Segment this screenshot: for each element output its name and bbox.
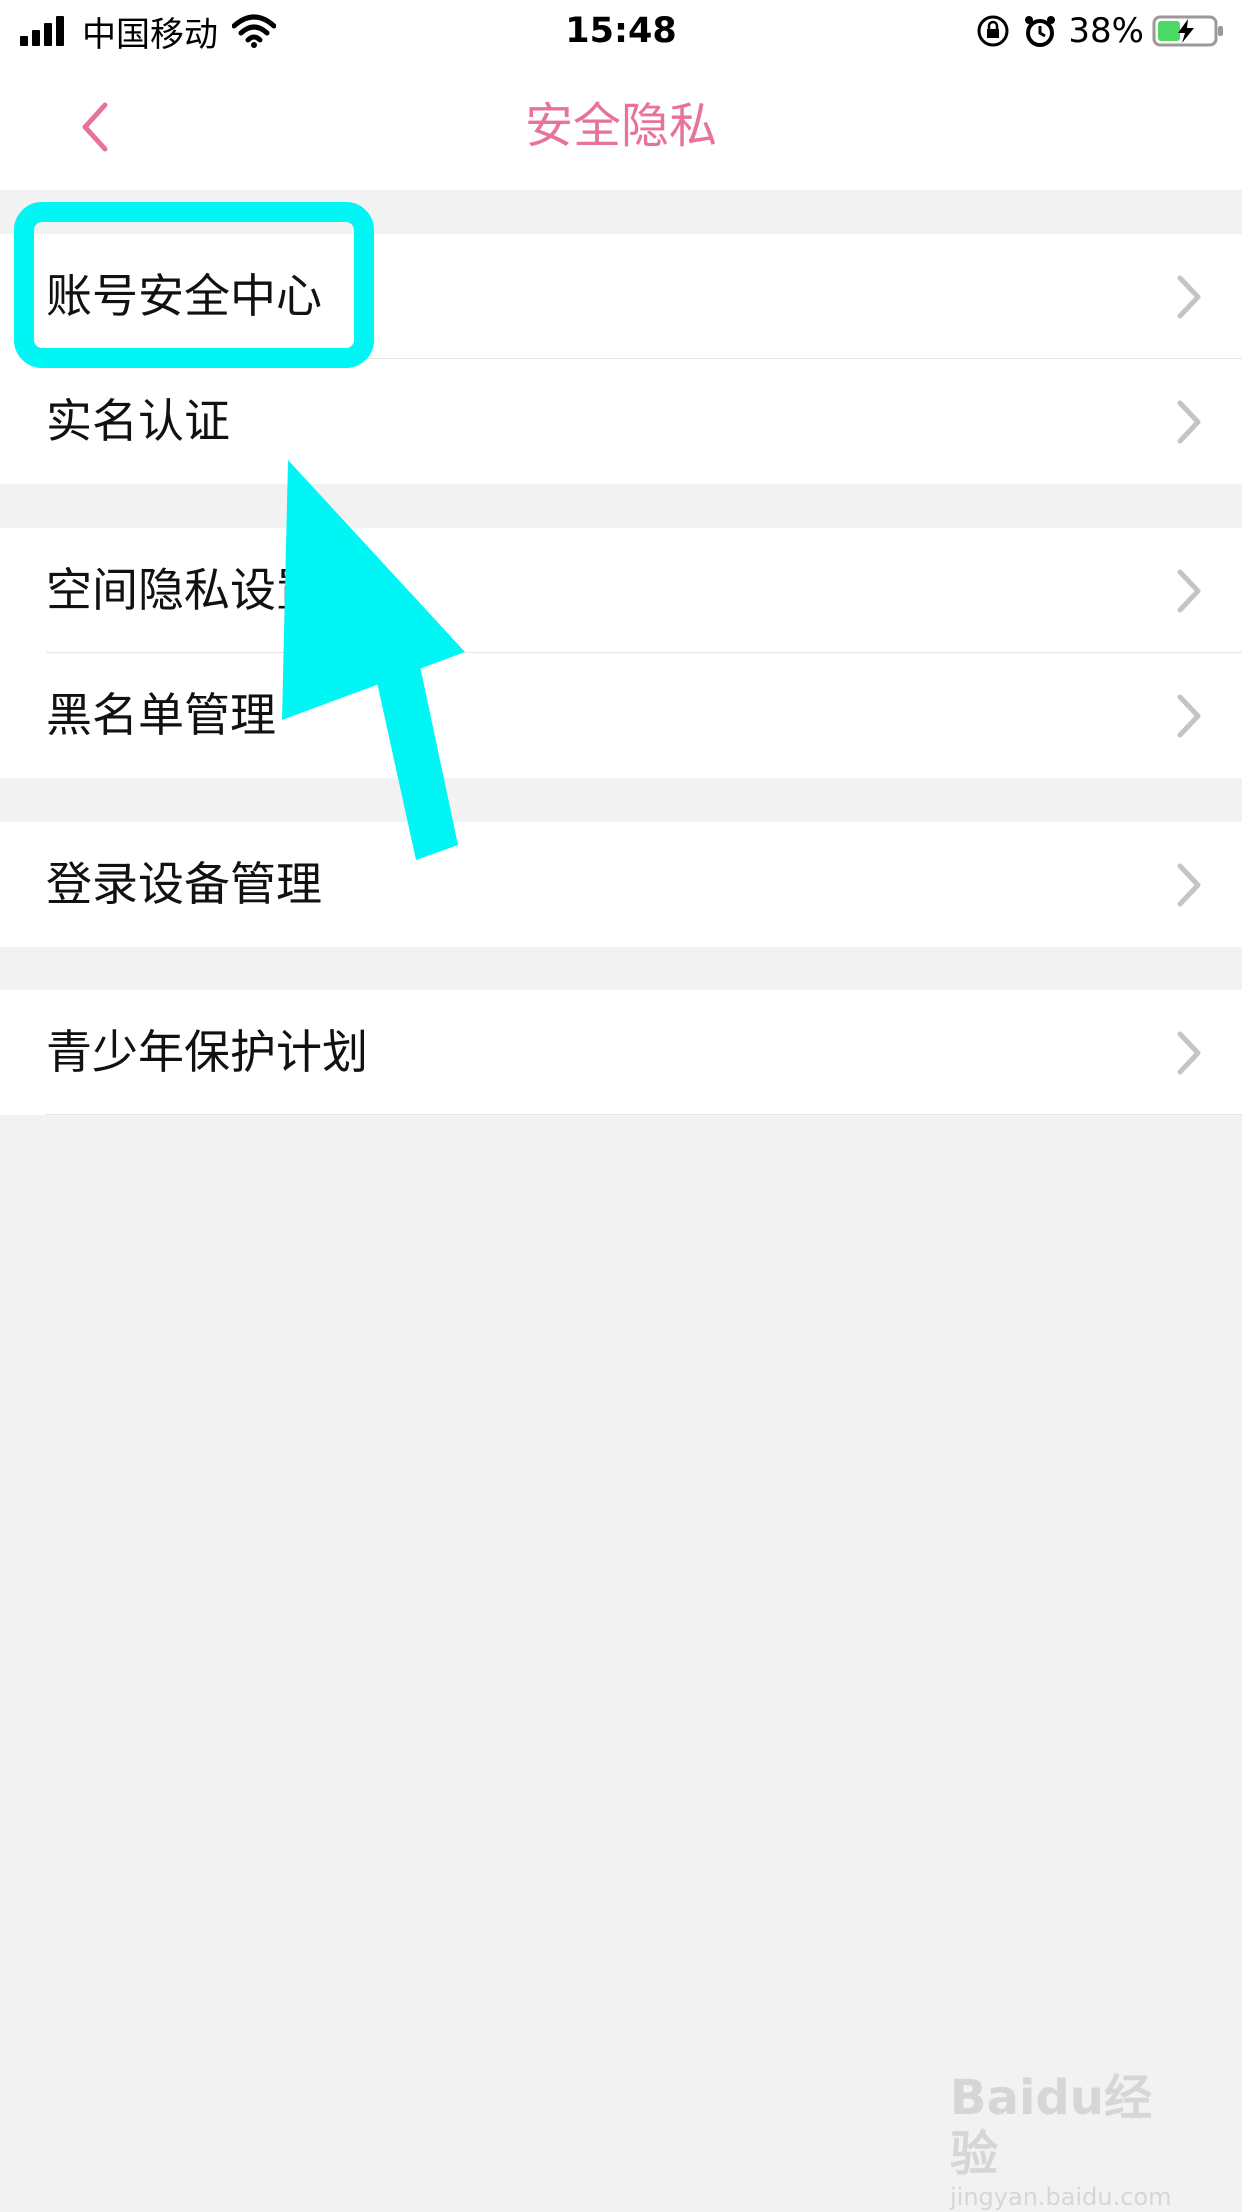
- list-group-account: 账号安全中心 实名认证: [0, 234, 1242, 484]
- divider: [46, 1114, 1242, 1115]
- list-item-label: 黑名单管理: [46, 688, 276, 742]
- list-item-login-device-management[interactable]: 登录设备管理: [0, 822, 1242, 947]
- rotation-lock-icon: [977, 15, 1009, 47]
- list-group-privacy: 空间隐私设置 黑名单管理: [0, 528, 1242, 778]
- chevron-right-icon: [1177, 275, 1201, 319]
- list-item-real-name-verification[interactable]: 实名认证: [0, 359, 1242, 484]
- battery-percent: 38%: [1068, 11, 1144, 51]
- battery-charging-icon: [1152, 15, 1223, 47]
- status-bar: 中国移动 15:48 38%: [0, 0, 1242, 62]
- list-item-blacklist-management[interactable]: 黑名单管理: [0, 653, 1242, 778]
- chevron-right-icon: [1177, 863, 1201, 907]
- list-item-youth-protection-plan[interactable]: 青少年保护计划: [0, 990, 1242, 1115]
- list-item-space-privacy-settings[interactable]: 空间隐私设置: [0, 528, 1242, 653]
- list-item-label: 账号安全中心: [46, 269, 322, 323]
- list-group-devices: 登录设备管理: [0, 822, 1242, 947]
- alarm-icon: [1025, 16, 1056, 47]
- nav-bar: 安全隐私: [0, 62, 1242, 190]
- status-right: 38%: [976, 8, 1226, 54]
- list-group-youth: 青少年保护计划: [0, 990, 1242, 1115]
- list-item-label: 空间隐私设置: [46, 563, 322, 617]
- list-item-label: 登录设备管理: [46, 857, 322, 911]
- list-item-label: 青少年保护计划: [46, 1025, 368, 1079]
- chevron-right-icon: [1177, 694, 1201, 738]
- chevron-right-icon: [1177, 569, 1201, 613]
- chevron-right-icon: [1177, 400, 1201, 444]
- list-item-account-security-center[interactable]: 账号安全中心: [0, 234, 1242, 359]
- list-item-label: 实名认证: [46, 394, 230, 448]
- chevron-right-icon: [1177, 1031, 1201, 1075]
- watermark: Baidu经验 jingyan.baidu.com: [950, 2070, 1190, 2212]
- watermark-logo: Baidu经验: [950, 2070, 1152, 2182]
- page-title: 安全隐私: [524, 98, 717, 154]
